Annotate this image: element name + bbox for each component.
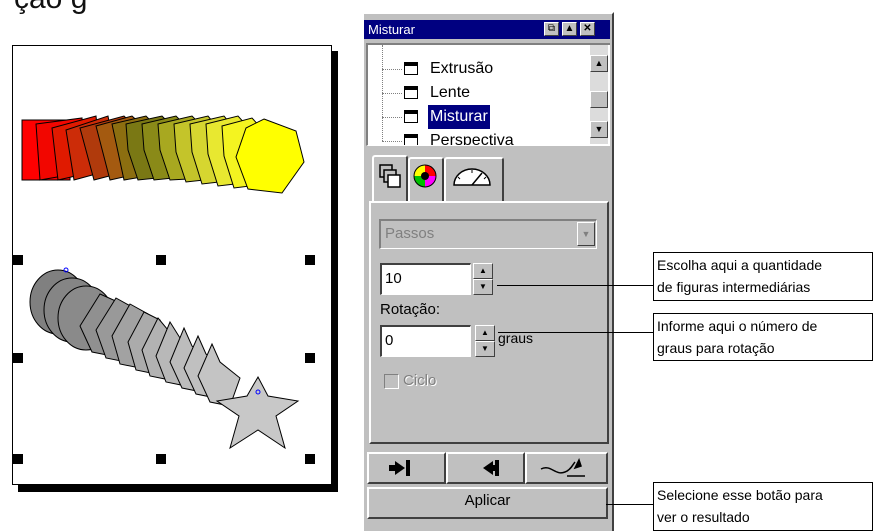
arrow-to-bar-right-icon	[389, 460, 410, 476]
loop-label: Ciclo	[403, 372, 437, 389]
steps-spinner[interactable]: ▲ ▼	[473, 263, 493, 295]
selection-handle-bc[interactable]	[156, 454, 166, 464]
callout-text: Escolha aqui a quantidade	[657, 257, 823, 273]
gauge-icon	[453, 168, 491, 186]
selection-handle-bl[interactable]	[13, 454, 23, 464]
docker-title: Misturar	[368, 22, 415, 37]
loop-checkbox[interactable]	[384, 374, 399, 389]
window-icon	[404, 134, 418, 145]
spin-up-icon[interactable]: ▲	[473, 263, 493, 279]
window-icon	[404, 62, 418, 75]
spin-down-icon[interactable]: ▼	[475, 341, 495, 357]
selection-handle-mr[interactable]	[305, 353, 315, 363]
restore-icon[interactable]: ⧉	[544, 22, 559, 36]
end-object-button[interactable]	[446, 452, 525, 484]
selection-handle-tr[interactable]	[305, 255, 315, 265]
callout-leader-line	[498, 332, 653, 333]
apply-button-label: Aplicar	[464, 492, 511, 509]
color-wheel-icon	[413, 164, 437, 188]
steps-count-field[interactable]: 10	[380, 263, 471, 295]
apply-button[interactable]: Aplicar	[367, 487, 608, 519]
callout-apply: Selecione esse botão para ver o resultad…	[653, 482, 873, 531]
rotation-label: Rotação:	[380, 301, 441, 318]
scroll-up-icon[interactable]: ▲	[590, 55, 608, 72]
callout-steps: Escolha aqui a quantidade de figuras int…	[653, 252, 873, 301]
callout-leader-line	[497, 285, 653, 286]
scroll-thumb[interactable]	[590, 91, 608, 108]
selection-handle-tl[interactable]	[13, 255, 23, 265]
rotation-field[interactable]: 0	[380, 325, 471, 357]
tab-blend-steps[interactable]	[372, 155, 408, 201]
rotation-value: 0	[385, 332, 394, 349]
selection-handle-ml[interactable]	[13, 353, 23, 363]
callout-text: Selecione esse botão para	[657, 487, 823, 503]
blend-path-icon	[540, 458, 585, 477]
arrow-to-bar-left-icon	[483, 460, 499, 476]
minimize-arrow-icon[interactable]: ▲	[562, 22, 577, 36]
tree-scrollbar[interactable]: ▲ ▼	[590, 45, 608, 144]
steps-mode-dropdown[interactable]: Passos ▼	[379, 219, 597, 249]
start-object-button[interactable]	[367, 452, 446, 484]
spin-up-icon[interactable]: ▲	[475, 325, 495, 341]
scroll-down-icon[interactable]: ▼	[590, 121, 608, 138]
callout-text: graus para rotação	[657, 340, 775, 356]
chevron-down-icon[interactable]: ▼	[577, 222, 595, 246]
effects-tree[interactable]: Extrusão Lente Misturar Perspectiva	[366, 43, 610, 146]
window-icon	[404, 86, 418, 99]
tree-item-label: Extrusão	[430, 60, 494, 77]
rotation-spinner[interactable]: ▲ ▼	[475, 325, 495, 357]
tab-acceleration[interactable]	[444, 157, 504, 201]
tree-item-label: Misturar	[428, 105, 490, 129]
blend-steps-icon	[379, 164, 401, 188]
callout-leader-line	[606, 504, 653, 505]
selection-handle-tc[interactable]	[156, 255, 166, 265]
tree-item-label: Lente	[430, 84, 471, 101]
docker-titlebar[interactable]: Misturar ⧉ ▲ ✕	[364, 20, 610, 39]
tree-item-label: Perspectiva	[430, 132, 514, 146]
callout-text: de figuras intermediárias	[657, 279, 811, 295]
blend-path-button[interactable]	[525, 452, 608, 484]
callout-rotation: Informe aqui o número de graus para rota…	[653, 313, 873, 361]
steps-mode-value: Passos	[385, 225, 435, 242]
window-icon	[404, 110, 418, 123]
close-icon[interactable]: ✕	[580, 22, 595, 36]
tab-color[interactable]	[408, 157, 444, 201]
spin-down-icon[interactable]: ▼	[473, 279, 493, 295]
callout-text: ver o resultado	[657, 509, 750, 525]
color-blend-group[interactable]	[21, 115, 305, 194]
selection-handle-br[interactable]	[305, 454, 315, 464]
blend-shape-end-hexagon	[235, 118, 305, 194]
star-blend-group[interactable]	[29, 267, 300, 450]
steps-count-value: 10	[385, 270, 402, 287]
callout-text: Informe aqui o número de	[657, 318, 818, 334]
